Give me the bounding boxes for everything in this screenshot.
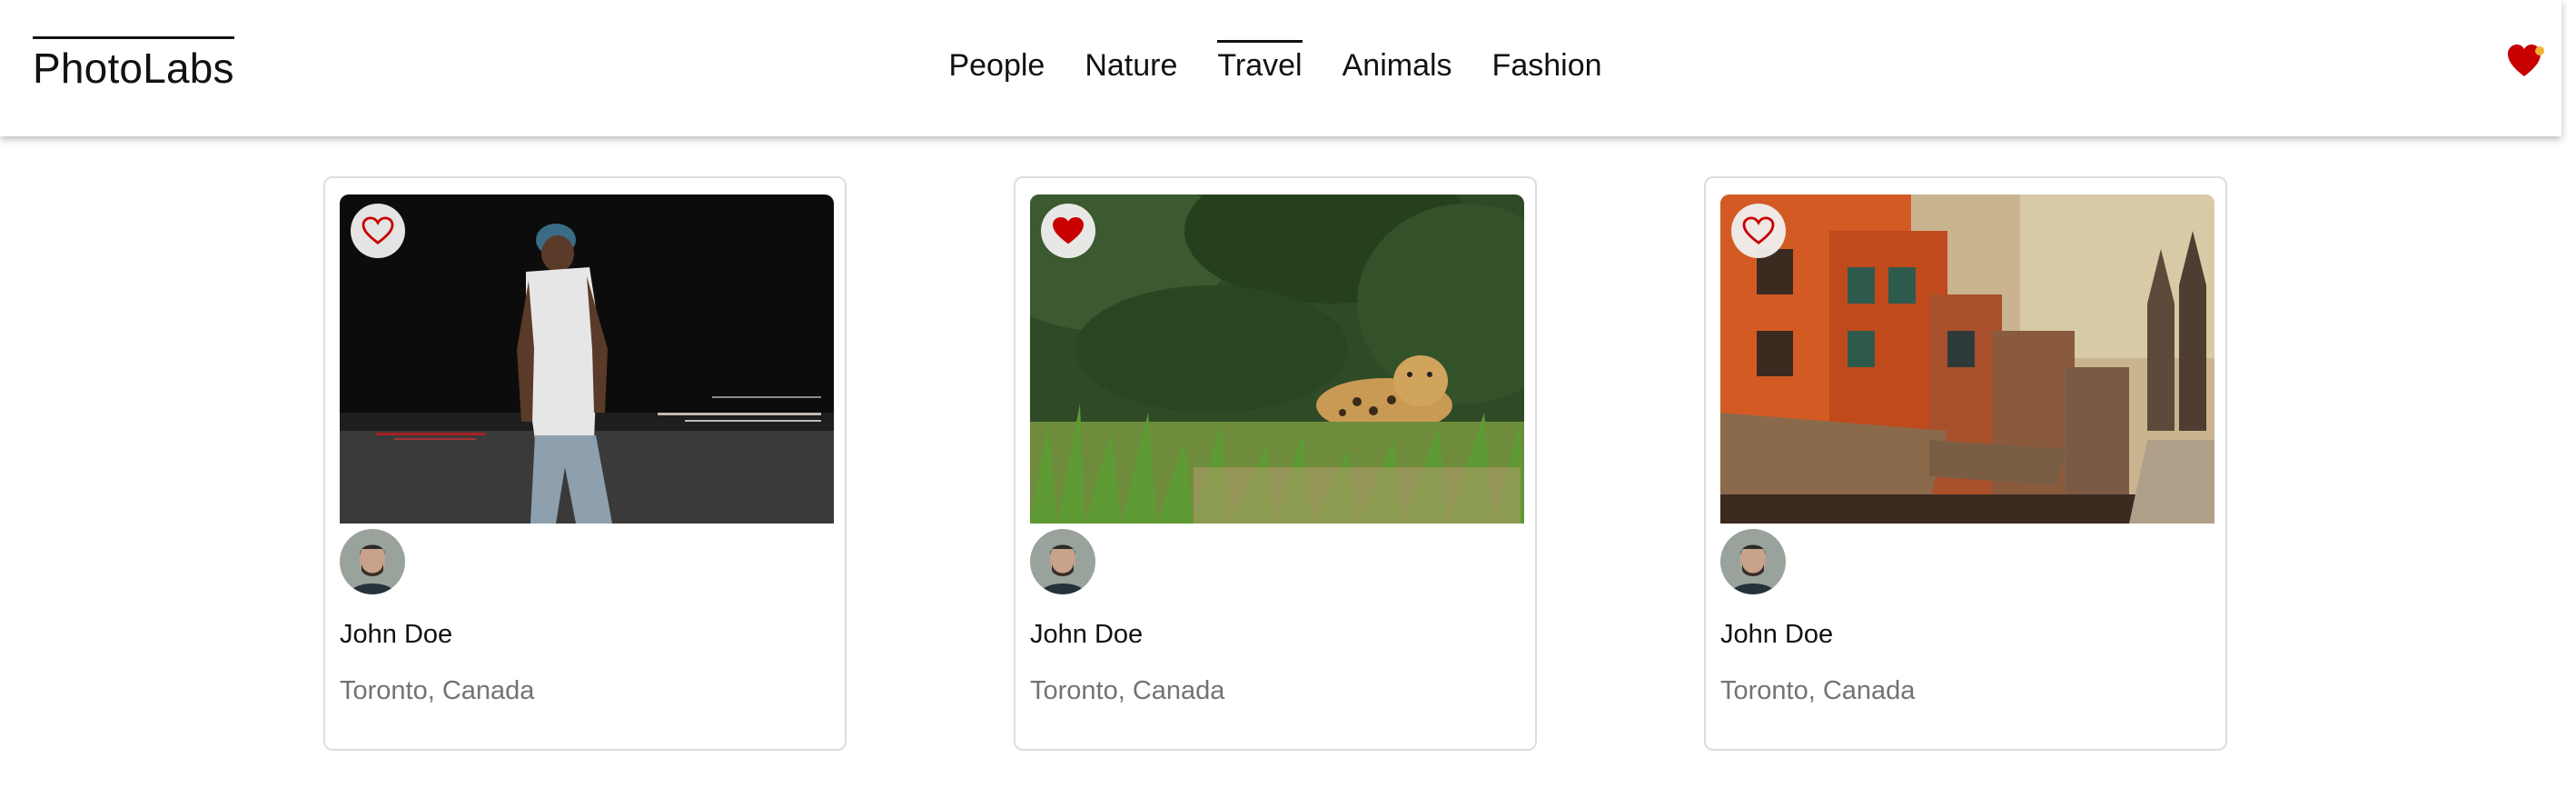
favorites-heart-icon[interactable]	[2507, 44, 2545, 80]
topic-fashion[interactable]: Fashion	[1492, 40, 1602, 86]
user-location: Toronto, Canada	[1030, 676, 1225, 705]
notification-dot-icon	[2535, 46, 2544, 55]
topic-animals[interactable]: Animals	[1342, 40, 1452, 86]
heart-outline-icon	[362, 216, 394, 244]
photo-list-item[interactable]: John Doe Toronto, Canada	[323, 176, 847, 751]
user-avatar	[1720, 529, 1786, 594]
user-avatar	[340, 529, 405, 594]
top-navigation-bar: PhotoLabs People Nature Travel Animals F…	[0, 0, 2561, 136]
like-button[interactable]	[351, 204, 405, 258]
photo-list: John Doe Toronto, Canada John Doe Toront…	[323, 176, 2227, 751]
user-avatar	[1030, 529, 1095, 594]
topic-list: People Nature Travel Animals Fashion	[0, 40, 2561, 86]
heart-filled-icon	[1053, 216, 1084, 244]
user-name: John Doe	[340, 620, 453, 649]
user-location: Toronto, Canada	[340, 676, 535, 705]
like-button[interactable]	[1731, 204, 1786, 258]
like-button[interactable]	[1041, 204, 1095, 258]
heart-outline-icon	[1742, 216, 1775, 244]
topic-travel[interactable]: Travel	[1217, 40, 1303, 86]
photo-man-walking-at-night[interactable]	[340, 195, 834, 524]
topic-people[interactable]: People	[948, 40, 1045, 86]
photo-orange-buildings-street[interactable]	[1720, 195, 2214, 524]
photo-list-item[interactable]: John Doe Toronto, Canada	[1704, 176, 2227, 751]
photo-list-item[interactable]: John Doe Toronto, Canada	[1014, 176, 1537, 751]
user-location: Toronto, Canada	[1720, 676, 1916, 705]
topic-nature[interactable]: Nature	[1085, 40, 1177, 86]
user-name: John Doe	[1720, 620, 1834, 649]
user-name: John Doe	[1030, 620, 1144, 649]
photo-jaguar-in-grass[interactable]	[1030, 195, 1524, 524]
